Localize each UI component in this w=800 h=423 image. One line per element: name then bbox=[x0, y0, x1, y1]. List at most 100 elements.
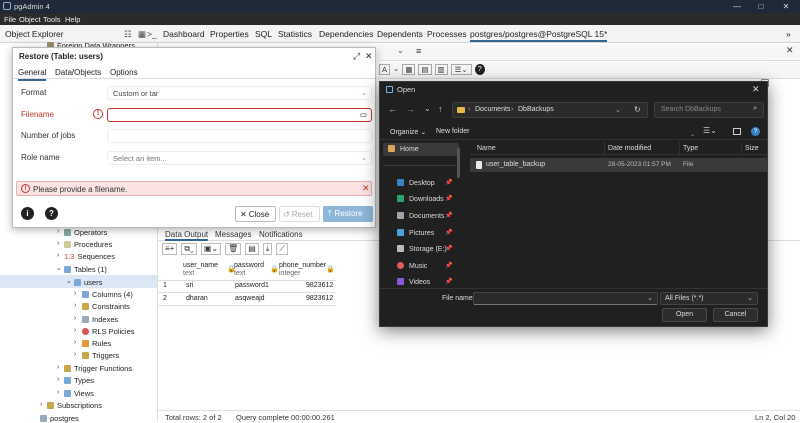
pin-icon[interactable]: 📌 bbox=[445, 245, 452, 252]
close-dialog-icon[interactable]: ✕ bbox=[365, 51, 373, 62]
menu-tools[interactable]: Tools bbox=[43, 15, 61, 24]
menu-object[interactable]: Object bbox=[19, 15, 41, 24]
database-icon[interactable]: ≡ bbox=[416, 46, 421, 56]
chevron-right-icon[interactable]: › bbox=[57, 389, 59, 396]
table-icon[interactable]: ▦ bbox=[138, 29, 146, 40]
restore-button[interactable]: ⤒ Restore bbox=[323, 206, 373, 222]
chevron-down-icon[interactable]: ⌄ bbox=[66, 277, 72, 285]
breadcrumb-dbbackups[interactable]: DbBackups bbox=[518, 106, 554, 113]
tab-options[interactable]: Options bbox=[110, 68, 138, 77]
nav-storage[interactable]: Storage (E:) bbox=[397, 245, 447, 253]
minimize-icon[interactable]: — bbox=[726, 0, 748, 13]
cell-password[interactable]: asqweajd bbox=[235, 295, 265, 302]
tree-views[interactable]: Views bbox=[64, 389, 94, 398]
format-icon[interactable]: ▦ bbox=[402, 64, 416, 75]
chevron-right-icon[interactable]: › bbox=[74, 351, 76, 358]
text-format-icon[interactable]: A bbox=[379, 64, 391, 75]
tab-dependencies[interactable]: Dependencies bbox=[319, 29, 373, 39]
pin-icon[interactable]: 📌 bbox=[445, 278, 452, 285]
column-size[interactable]: Size bbox=[745, 145, 759, 152]
new-folder-button[interactable]: New folder bbox=[436, 128, 469, 135]
dropdown-chevron-icon[interactable]: ⌄ bbox=[397, 46, 404, 55]
format-select[interactable]: Custom or tar ⌄ bbox=[107, 86, 372, 100]
chevron-right-icon[interactable]: › bbox=[57, 364, 59, 371]
nav-videos[interactable]: Videos bbox=[397, 278, 430, 286]
chevron-right-icon[interactable]: › bbox=[57, 228, 59, 235]
address-chevron-icon[interactable]: ⌄ bbox=[615, 106, 621, 114]
nav-music[interactable]: Music bbox=[397, 262, 427, 270]
pin-icon[interactable]: 📌 bbox=[445, 262, 452, 269]
graph-icon[interactable]: ⟋ bbox=[276, 243, 288, 255]
chevron-right-icon[interactable]: › bbox=[74, 339, 76, 346]
tree-triggers[interactable]: Triggers bbox=[82, 351, 119, 360]
search-input[interactable]: Search DbBackups ⌕ bbox=[654, 102, 764, 118]
tree-types[interactable]: Types bbox=[64, 376, 94, 385]
table-row[interactable]: 2 dharan asqweajd 9823612 bbox=[158, 293, 336, 306]
terminal-icon[interactable]: >_ bbox=[147, 29, 157, 39]
chevron-down-icon[interactable]: ⌄ bbox=[56, 264, 62, 272]
tab-dashboard[interactable]: Dashboard bbox=[163, 29, 205, 39]
tab-statistics[interactable]: Statistics bbox=[278, 29, 312, 39]
tree-rls-policies[interactable]: RLS Policies bbox=[82, 327, 135, 336]
nav-documents[interactable]: Documents bbox=[397, 212, 444, 220]
add-row-icon[interactable]: ≡+ bbox=[162, 243, 178, 255]
nav-downloads[interactable]: Downloads bbox=[397, 195, 444, 203]
refresh-icon[interactable]: ↻ bbox=[634, 105, 641, 114]
menu-file[interactable]: File bbox=[4, 15, 16, 24]
paste-icon[interactable]: ▣⌄ bbox=[200, 243, 222, 255]
cell-phone-number[interactable]: 9823612 bbox=[306, 295, 333, 302]
tab-notifications[interactable]: Notifications bbox=[259, 230, 303, 239]
chevron-right-icon[interactable]: › bbox=[57, 252, 59, 259]
tab-general[interactable]: General bbox=[18, 68, 47, 81]
chevron-right-icon[interactable]: › bbox=[40, 401, 42, 408]
folder-browse-icon[interactable]: ▭ bbox=[360, 110, 367, 119]
cell-password[interactable]: password1 bbox=[235, 282, 269, 289]
reset-button[interactable]: ↺ Reset bbox=[279, 206, 320, 222]
dismiss-error-icon[interactable]: ✕ bbox=[362, 183, 370, 194]
tree-rules[interactable]: Rules bbox=[82, 339, 111, 348]
cell-user-name[interactable]: dharan bbox=[186, 295, 208, 302]
delete-icon[interactable]: 🗑 bbox=[225, 243, 242, 255]
filename-input[interactable]: ▭ bbox=[107, 108, 372, 122]
table-row[interactable]: 1 sri password1 9823612 bbox=[158, 280, 336, 293]
tab-processes[interactable]: Processes bbox=[427, 29, 467, 39]
tab-messages[interactable]: Messages bbox=[215, 230, 251, 239]
filter-icon[interactable]: ▤ bbox=[418, 64, 432, 75]
column-header-user-name[interactable]: user_name text bbox=[183, 262, 233, 278]
save-data-icon[interactable]: ▤ bbox=[245, 243, 259, 255]
tree-constraints[interactable]: Constraints bbox=[82, 302, 130, 311]
pin-icon[interactable]: 📌 bbox=[445, 229, 452, 236]
view-options-icon[interactable]: ☰⌄ bbox=[703, 126, 717, 135]
tree-procedures[interactable]: Procedures bbox=[64, 240, 112, 249]
close-dialog-icon[interactable]: ✕ bbox=[752, 84, 760, 95]
tree-columns[interactable]: Columns (4) bbox=[82, 290, 133, 299]
column-header-phone-number[interactable]: phone_number integer bbox=[279, 262, 329, 278]
role-select[interactable]: Select an item... ⌄ bbox=[107, 151, 372, 165]
tree-operators[interactable]: Operators bbox=[64, 228, 107, 237]
help-icon[interactable]: ? bbox=[474, 64, 485, 75]
tab-object-explorer[interactable]: Object Explorer bbox=[5, 29, 64, 39]
close-button[interactable]: ✕ Close bbox=[235, 206, 276, 222]
tree-tables[interactable]: Tables (1) bbox=[64, 265, 107, 274]
expand-dialog-icon[interactable]: ⤢ bbox=[353, 51, 360, 62]
chevron-right-icon[interactable]: › bbox=[57, 376, 59, 383]
tree-sequences[interactable]: 1.3 Sequences bbox=[64, 252, 115, 261]
open-button[interactable]: Open bbox=[662, 308, 707, 322]
column-name[interactable]: Name bbox=[477, 145, 496, 152]
chevron-right-icon[interactable]: › bbox=[74, 327, 76, 334]
recent-chevron-icon[interactable]: ⌄ bbox=[424, 104, 431, 113]
cell-phone-number[interactable]: 9823612 bbox=[306, 282, 333, 289]
commit-icon[interactable]: ▥ bbox=[434, 64, 448, 75]
tab-data-objects[interactable]: Data/Objects bbox=[55, 68, 101, 77]
info-icon[interactable]: i bbox=[21, 207, 34, 220]
close-window-icon[interactable]: ✕ bbox=[775, 0, 797, 13]
chevron-right-icon[interactable]: › bbox=[57, 240, 59, 247]
cancel-button[interactable]: Cancel bbox=[713, 308, 758, 322]
tab-query-tool[interactable]: postgres/postgres@PostgreSQL 15* bbox=[470, 29, 608, 42]
tree-subscriptions[interactable]: Subscriptions bbox=[47, 401, 102, 410]
tab-data-output[interactable]: Data Output bbox=[165, 230, 209, 241]
nav-desktop[interactable]: Desktop bbox=[397, 179, 435, 187]
tabs-overflow-icon[interactable]: » bbox=[786, 29, 791, 39]
chevron-right-icon[interactable]: › bbox=[74, 302, 76, 309]
help-icon[interactable]: ? bbox=[751, 127, 760, 136]
